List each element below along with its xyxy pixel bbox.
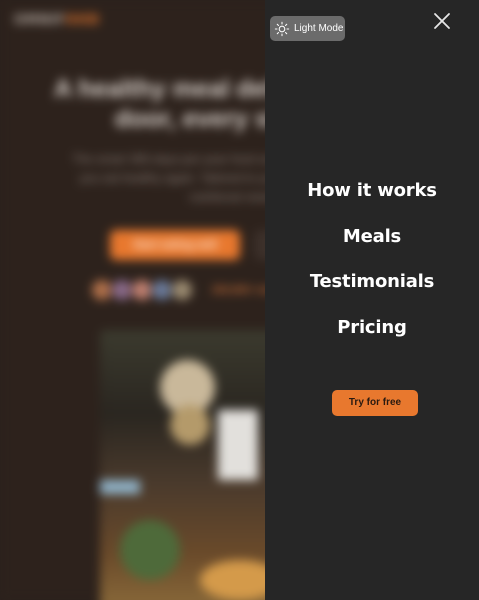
sun-icon <box>274 21 290 36</box>
close-menu-button[interactable] <box>431 10 453 32</box>
theme-toggle-button[interactable]: Light Mode <box>270 16 345 41</box>
customer-avatars <box>90 278 206 304</box>
mobile-nav-panel: Light Mode How it works Meals Testimonia… <box>265 0 479 600</box>
avatar <box>170 278 194 302</box>
logo-text: OMNIF <box>14 13 66 28</box>
nav-link-how-it-works[interactable]: How it works <box>265 176 479 222</box>
nav-link-meals[interactable]: Meals <box>265 222 479 268</box>
theme-toggle-label: Light Mode <box>294 23 344 34</box>
nav-link-testimonials[interactable]: Testimonials <box>265 267 479 313</box>
close-icon <box>434 13 450 29</box>
logo-accent: OOD <box>65 13 100 28</box>
hero-cta-button: Start eating well <box>110 230 240 260</box>
nav-link-pricing[interactable]: Pricing <box>265 313 479 359</box>
try-for-free-button[interactable]: Try for free <box>332 390 418 416</box>
page: OMNIFOOD A healthy meal delivered to you… <box>0 0 479 600</box>
nav-links: How it works Meals Testimonials Pricing <box>265 176 479 358</box>
logo: OMNIFOOD <box>14 13 100 28</box>
